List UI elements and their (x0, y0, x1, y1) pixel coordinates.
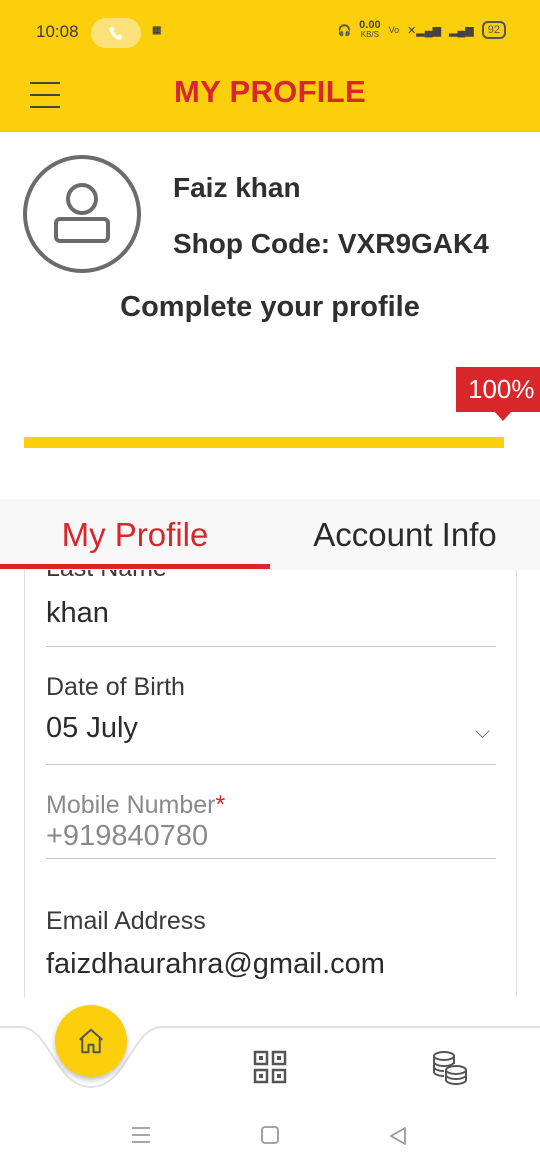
email-value[interactable]: faizdhaurahra@gmail.com (46, 948, 496, 981)
page: 10:08 ▦ 🎧 0.00 KB/S Vo ✕▂▄▆ ▂▄▆ 92 MY PR… (0, 0, 540, 1170)
field-divider (46, 646, 496, 647)
mobile-value: +919840780 (46, 820, 209, 852)
mobile-label-text: Mobile Number (46, 791, 216, 819)
avatar[interactable] (23, 155, 141, 273)
profile-tabs: My Profile Account Info (0, 499, 540, 570)
user-name: Faiz khan (173, 172, 301, 203)
profile-progress-bar (24, 437, 504, 448)
status-right: 🎧 0.00 KB/S Vo ✕▂▄▆ ▂▄▆ 92 (337, 20, 506, 40)
volte-icon: Vo (388, 25, 400, 35)
coins-icon (433, 1051, 467, 1086)
home-nav-icon[interactable] (260, 1126, 280, 1144)
profile-form: Last Name khan Date of Birth 05 July ⌵ M… (24, 570, 517, 997)
net-speed-value: 0.00 (359, 19, 381, 31)
headset-icon: 🎧 (337, 24, 352, 37)
tab-my-profile[interactable]: My Profile (0, 499, 270, 570)
net-speed-unit: KB/S (360, 30, 379, 39)
completion-badge: 100% (456, 367, 540, 421)
call-indicator[interactable] (91, 18, 141, 48)
profile-progress-fill (24, 437, 504, 448)
rewards-button[interactable] (430, 1050, 468, 1086)
app-header: MY PROFILE (0, 60, 540, 132)
home-icon (79, 1028, 103, 1054)
notification-icon: ▦ (152, 25, 162, 36)
qr-code-icon (253, 1050, 287, 1084)
field-divider (46, 858, 496, 859)
required-mark: * (215, 791, 226, 819)
dob-field[interactable]: Date of Birth 05 July ⌵ (46, 673, 496, 765)
home-button[interactable] (55, 1005, 127, 1077)
back-icon[interactable] (388, 1126, 408, 1146)
mobile-field: Mobile Number* +919840780 (46, 791, 496, 859)
signal-1-icon: ✕▂▄▆ (407, 24, 442, 37)
recent-apps-icon[interactable] (131, 1126, 151, 1144)
chevron-down-icon[interactable]: ⌵ (475, 721, 490, 744)
status-bar: 10:08 ▦ 🎧 0.00 KB/S Vo ✕▂▄▆ ▂▄▆ 92 (0, 0, 540, 60)
signal-2-icon: ▂▄▆ (449, 24, 474, 37)
completion-label: 100% (468, 374, 535, 404)
page-title: MY PROFILE (174, 74, 366, 109)
tab-account-info[interactable]: Account Info (270, 499, 540, 570)
dob-label: Date of Birth (46, 673, 185, 701)
phone-icon (109, 26, 123, 40)
email-field[interactable]: Email Address faizdhaurahra@gmail.com (46, 907, 496, 981)
battery-level: 92 (481, 21, 506, 39)
status-time: 10:08 (36, 22, 79, 41)
complete-profile-title: Complete your profile (120, 291, 420, 323)
qr-scan-button[interactable] (253, 1050, 287, 1084)
active-tab-indicator (0, 564, 270, 569)
last-name-label: Last Name (46, 570, 496, 583)
email-label: Email Address (46, 907, 206, 935)
user-icon (54, 183, 110, 243)
mobile-label: Mobile Number* (46, 791, 496, 820)
net-speed: 0.00 KB/S (359, 20, 380, 40)
field-divider (46, 764, 496, 765)
system-nav-bar (0, 1108, 540, 1170)
last-name-value[interactable]: khan (46, 597, 496, 630)
dob-value[interactable]: 05 July (46, 712, 496, 745)
shop-code: Shop Code: VXR9GAK4 (173, 228, 489, 259)
last-name-field[interactable]: Last Name khan (46, 570, 496, 647)
